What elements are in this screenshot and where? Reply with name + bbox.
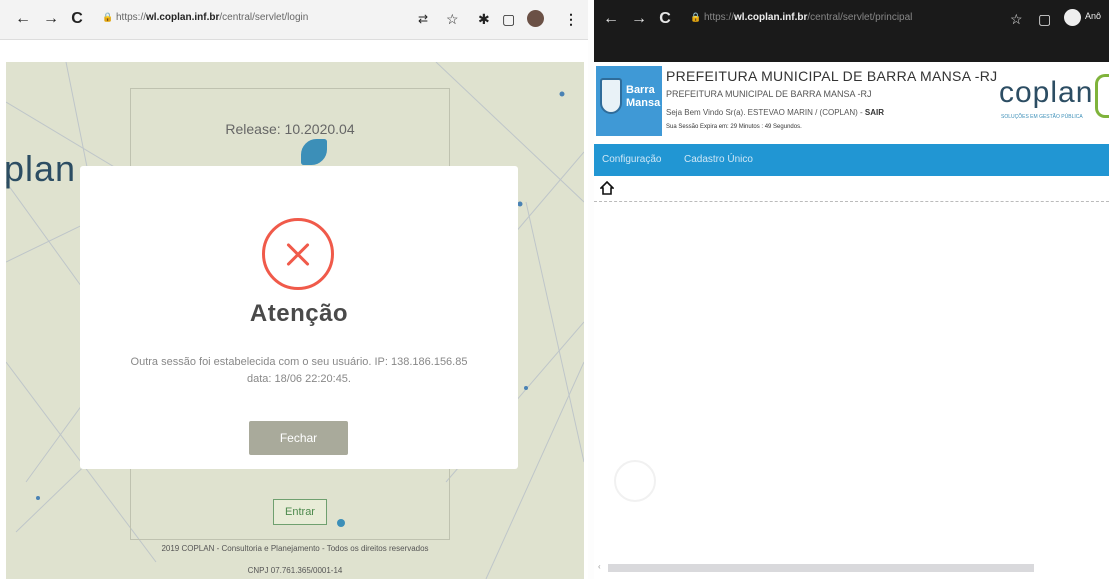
barra-mansa-logo: Barra Mansa [596, 66, 662, 136]
menu-item-cadastro-unico[interactable]: Cadastro Único [684, 154, 753, 165]
breadcrumb [594, 176, 1109, 202]
main-menu: Configuração Cadastro Único [594, 144, 1109, 176]
dot-icon [337, 519, 345, 527]
address-bar[interactable]: https://wl.coplan.inf.br/central/servlet… [116, 12, 308, 23]
org-title: PREFEITURA MUNICIPAL DE BARRA MANSA -RJ [666, 68, 998, 84]
welcome-text: Seja Bem Vindo Sr(a). ESTEVAO MARIN / (C… [666, 108, 858, 117]
reload-icon[interactable]: C [68, 10, 86, 28]
modal-message: Outra sessão foi estabelecida com o seu … [130, 356, 468, 385]
leaf-logo-icon [301, 139, 327, 165]
profile-avatar[interactable] [527, 10, 544, 27]
screenshot-root: ← → C 🔒 https://wl.coplan.inf.br/central… [0, 0, 1109, 579]
sidebar-icon[interactable]: ▢ [502, 10, 515, 28]
logo-text-1: Barra [626, 84, 655, 96]
coplan-tagline: SOLUÇÕES EM GESTÃO PÚBLICA [1001, 114, 1083, 120]
release-label: Release: 10.2020.04 [225, 121, 355, 137]
browser-toolbar: ← → C 🔒 https://wl.coplan.inf.br/central… [0, 0, 588, 40]
lock-icon[interactable]: 🔒 [102, 12, 113, 23]
session-timer: Sua Sessão Expira em: 29 Minutos : 49 Se… [666, 124, 802, 130]
crest-icon [600, 78, 622, 114]
profile-avatar[interactable] [1064, 9, 1081, 26]
menu-kebab-icon[interactable]: ⋮ [564, 10, 578, 28]
forward-icon[interactable]: → [630, 10, 648, 28]
bookmark-star-icon[interactable]: ☆ [446, 10, 459, 28]
browser-toolbar-dark: ← → C 🔒 https://wl.coplan.inf.br/central… [594, 0, 1109, 62]
fechar-button[interactable]: Fechar [249, 421, 348, 455]
attention-modal: Atenção Outra sessão foi estabelecida co… [80, 166, 518, 469]
back-icon[interactable]: ← [602, 10, 620, 28]
address-bar[interactable]: https://wl.coplan.inf.br/central/servlet… [704, 12, 912, 23]
scroll-left-icon[interactable]: ‹ [598, 562, 601, 571]
back-icon[interactable]: ← [14, 10, 32, 28]
logo-text-2: Mansa [626, 97, 661, 109]
horizontal-scrollbar[interactable]: ‹ [598, 562, 1109, 574]
sair-link[interactable]: SAIR [865, 108, 884, 117]
profile-label[interactable]: Anô [1085, 11, 1101, 21]
sidebar-icon[interactable]: ▢ [1038, 10, 1051, 28]
extensions-icon[interactable]: ✱ [478, 10, 490, 28]
coplan-logo-left: plan [6, 148, 77, 189]
footer-copyright: 2019 COPLAN - Consultoria e Planejamento… [161, 544, 429, 553]
org-subtitle: PREFEITURA MUNICIPAL DE BARRA MANSA -RJ [666, 89, 872, 99]
main-window: ← → C 🔒 https://wl.coplan.inf.br/central… [594, 0, 1109, 579]
forward-icon[interactable]: → [42, 10, 60, 28]
loading-spinner [614, 460, 656, 502]
error-x-icon [262, 218, 334, 290]
translate-icon[interactable]: ⇄ [418, 10, 428, 28]
login-window: ← → C 🔒 https://wl.coplan.inf.br/central… [0, 0, 588, 579]
home-icon[interactable] [600, 181, 614, 195]
modal-title: Atenção [249, 300, 349, 327]
footer-cnpj: CNPJ 07.761.365/0001-14 [247, 566, 343, 575]
lock-icon[interactable]: 🔒 [690, 12, 701, 23]
reload-icon[interactable]: C [656, 10, 674, 28]
scroll-thumb[interactable] [608, 564, 1034, 572]
bookmark-star-icon[interactable]: ☆ [1010, 10, 1023, 28]
welcome-line: Seja Bem Vindo Sr(a). ESTEVAO MARIN / (C… [666, 108, 884, 117]
coplan-mark-icon [1095, 74, 1109, 118]
coplan-logo: coplan [999, 76, 1094, 109]
entrar-button[interactable]: Entrar [273, 499, 327, 525]
app-header: Barra Mansa PREFEITURA MUNICIPAL DE BARR… [594, 62, 1109, 144]
menu-item-configuracao[interactable]: Configuração [602, 154, 661, 165]
